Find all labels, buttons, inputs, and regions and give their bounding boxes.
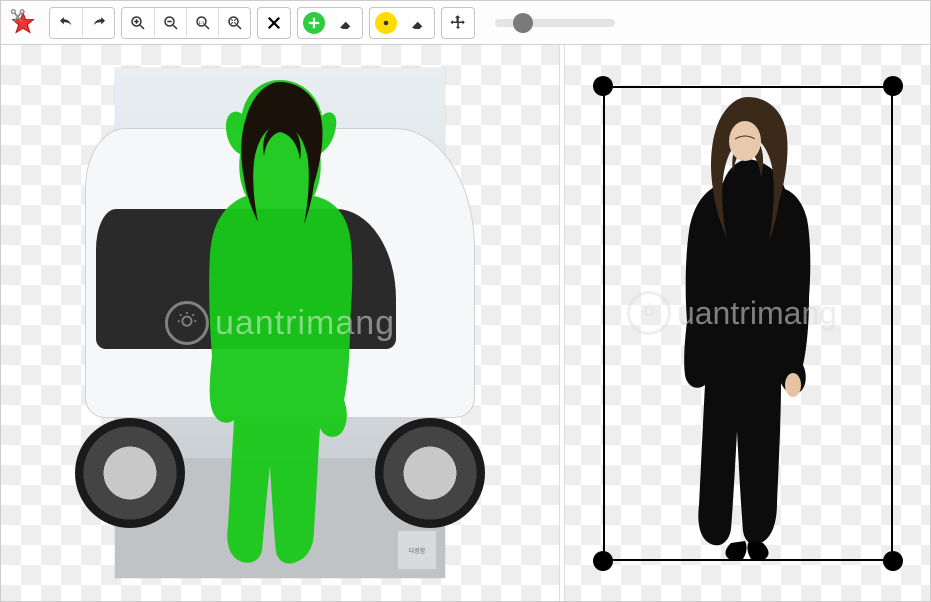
redo-button[interactable] [82,8,114,38]
source-image[interactable]: uantrimang 다정함 [115,68,445,578]
history-group [49,7,115,39]
zoom-out-icon [162,14,180,32]
slider-track[interactable] [495,19,615,27]
scissors-star-icon [9,9,37,37]
zoom-11-icon: 1:1 [194,14,212,32]
app-root: 1:1 [0,0,931,602]
remove-brush-button[interactable] [370,8,402,38]
crop-handle-top-left[interactable] [593,76,613,96]
car-window [96,209,396,349]
source-pane[interactable]: uantrimang 다정함 [1,45,559,601]
svg-text:1:1: 1:1 [198,19,205,24]
toolbar: 1:1 [1,1,930,45]
dot-icon [377,14,395,32]
remove-mark-group [369,7,435,39]
eraser-icon [337,14,355,32]
crop-handle-bottom-left[interactable] [593,551,613,571]
corner-badge-text: 다정함 [409,546,426,555]
keep-eraser-button[interactable] [330,8,362,38]
clear-button[interactable] [257,7,291,39]
x-icon [265,14,283,32]
slider-thumb[interactable] [513,13,533,33]
eraser-icon [409,14,427,32]
pan-button[interactable] [441,7,475,39]
plus-icon [305,14,323,32]
zoom-fit-button[interactable] [218,8,250,38]
zoom-fit-icon [226,14,244,32]
crop-rectangle[interactable] [603,86,893,561]
app-logo [9,9,37,37]
corner-badge: 다정함 [397,530,437,570]
crop-handle-bottom-right[interactable] [883,551,903,571]
redo-icon [90,14,108,32]
keep-mark-group [297,7,363,39]
crop-handle-top-right[interactable] [883,76,903,96]
result-pane[interactable]: uantrimang [565,45,930,601]
output-frame: uantrimang [593,76,903,571]
background-car [85,128,475,418]
move-icon [449,14,467,32]
workspace: uantrimang 다정함 [1,45,930,601]
zoom-group: 1:1 [121,7,251,39]
car-wheel [375,418,485,528]
car-wheel [75,418,185,528]
zoom-in-button[interactable] [122,8,154,38]
remove-eraser-button[interactable] [402,8,434,38]
brush-size-slider[interactable] [495,19,615,27]
zoom-11-button[interactable]: 1:1 [186,8,218,38]
keep-brush-button[interactable] [298,8,330,38]
zoom-in-icon [129,14,147,32]
undo-icon [57,14,75,32]
zoom-out-button[interactable] [154,8,186,38]
undo-button[interactable] [50,8,82,38]
